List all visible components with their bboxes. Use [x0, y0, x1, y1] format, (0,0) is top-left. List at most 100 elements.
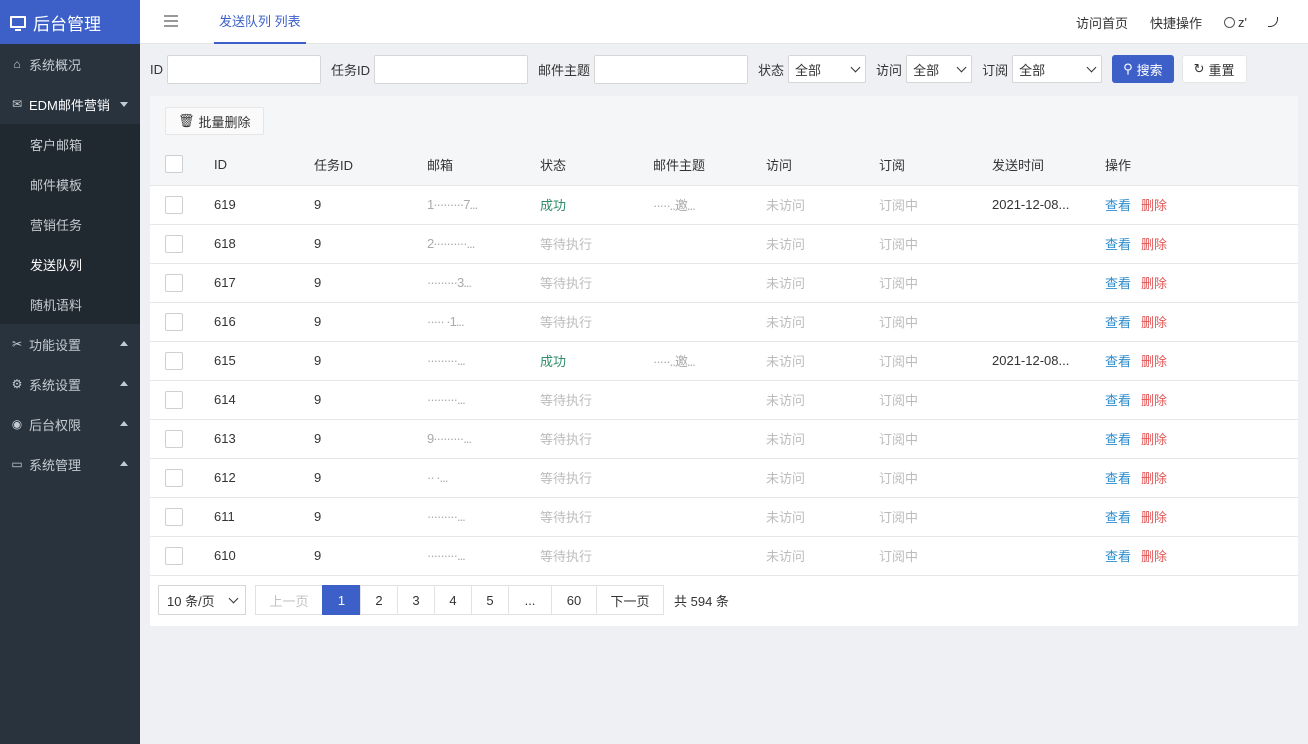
page-4-button[interactable]: 4	[434, 585, 472, 615]
status-label: 状态	[758, 62, 785, 78]
row-checkbox[interactable]	[165, 468, 183, 487]
loading-icon	[1268, 17, 1278, 27]
sidebar-subitem-mail-template[interactable]: 邮件模板	[0, 164, 140, 204]
view-link[interactable]: 查看	[1105, 510, 1131, 525]
cell-task-id: 9	[314, 536, 427, 576]
sidebar-subitem-customer-mailbox[interactable]: 客户邮箱	[0, 124, 140, 164]
sidebar-item-edm[interactable]: ✉ EDM邮件营销	[0, 84, 140, 124]
delete-link[interactable]: 删除	[1141, 315, 1167, 330]
visit-home-link[interactable]: 访问首页	[1076, 13, 1128, 32]
view-link[interactable]: 查看	[1105, 276, 1131, 291]
visit-select[interactable]: 全部	[906, 55, 973, 83]
cell-send-time	[992, 263, 1105, 303]
column-header-id[interactable]: ID	[214, 144, 314, 186]
row-checkbox[interactable]	[165, 351, 183, 370]
row-checkbox[interactable]	[165, 195, 183, 214]
pagination: 10 条/页 上一页 1 2 3 4 5 ... 60 下一页 共 594 条	[158, 584, 729, 616]
row-checkbox[interactable]	[165, 273, 183, 292]
delete-link[interactable]: 删除	[1141, 510, 1167, 525]
cell-send-time	[992, 224, 1105, 264]
user-menu[interactable]: z'	[1224, 15, 1278, 30]
delete-link[interactable]: 删除	[1141, 393, 1167, 408]
row-checkbox[interactable]	[165, 312, 183, 331]
table-row: 612 9 ·· ·... 等待执行 未访问 订阅中 查看 删除	[150, 458, 1298, 498]
search-icon: ⚲	[1123, 61, 1133, 76]
page-ellipsis: ...	[508, 585, 552, 615]
column-header-send-time[interactable]: 发送时间	[992, 144, 1105, 186]
sidebar-item-system-settings[interactable]: ⚙ 系统设置	[0, 364, 140, 404]
row-checkbox[interactable]	[165, 234, 183, 253]
page-size-select[interactable]: 10 条/页	[158, 585, 246, 615]
sidebar-item-system-admin[interactable]: ▭ 系统管理	[0, 444, 140, 484]
tab-send-queue[interactable]: 发送队列 列表	[214, 0, 306, 44]
column-header-email[interactable]: 邮箱	[427, 144, 540, 186]
cell-visit: 未访问	[766, 458, 879, 498]
subject-input[interactable]	[594, 54, 749, 84]
id-input[interactable]	[167, 54, 321, 84]
chevron-down-icon	[850, 62, 861, 72]
delete-link[interactable]: 删除	[1141, 549, 1167, 564]
sidebar-subitem-marketing-task[interactable]: 营销任务	[0, 204, 140, 244]
row-checkbox[interactable]	[165, 429, 183, 448]
tools-icon: ✂	[11, 337, 23, 351]
view-link[interactable]: 查看	[1105, 315, 1131, 330]
search-button[interactable]: ⚲ 搜索	[1112, 55, 1174, 83]
row-checkbox[interactable]	[165, 507, 183, 526]
chevron-up-icon	[120, 341, 128, 346]
sidebar-item-features[interactable]: ✂ 功能设置	[0, 324, 140, 364]
cell-subscribe: 订阅中	[879, 302, 992, 342]
page-3-button[interactable]: 3	[397, 585, 435, 615]
prev-page-button[interactable]: 上一页	[255, 585, 323, 615]
cell-subject	[653, 380, 766, 420]
sidebar-submenu: 客户邮箱 邮件模板 营销任务 发送队列 随机语料	[0, 124, 140, 324]
delete-link[interactable]: 删除	[1141, 432, 1167, 447]
row-checkbox[interactable]	[165, 390, 183, 409]
quick-action-link[interactable]: 快捷操作	[1150, 13, 1202, 32]
page-2-button[interactable]: 2	[360, 585, 398, 615]
delete-link[interactable]: 删除	[1141, 471, 1167, 486]
batch-delete-button[interactable]: 🗑 批量删除	[165, 107, 264, 135]
view-link[interactable]: 查看	[1105, 471, 1131, 486]
delete-link[interactable]: 删除	[1141, 237, 1167, 252]
page-60-button[interactable]: 60	[551, 585, 597, 615]
cell-email: ····· ·1...	[427, 302, 540, 342]
next-page-button[interactable]: 下一页	[596, 585, 664, 615]
cell-subject	[653, 497, 766, 537]
sidebar-subitem-random-corpus[interactable]: 随机语料	[0, 284, 140, 324]
column-header-actions: 操作	[1105, 144, 1298, 186]
delete-link[interactable]: 删除	[1141, 198, 1167, 213]
sidebar-item-label: 随机语料	[30, 297, 83, 313]
view-link[interactable]: 查看	[1105, 198, 1131, 213]
delete-link[interactable]: 删除	[1141, 276, 1167, 291]
cell-status: 等待执行	[540, 224, 653, 264]
page-1-button[interactable]: 1	[322, 585, 361, 615]
cell-subscribe: 订阅中	[879, 536, 992, 576]
sidebar-subitem-send-queue[interactable]: 发送队列	[0, 244, 140, 284]
column-header-subject[interactable]: 邮件主题	[653, 144, 766, 186]
cell-task-id: 9	[314, 380, 427, 420]
delete-link[interactable]: 删除	[1141, 354, 1167, 369]
view-link[interactable]: 查看	[1105, 393, 1131, 408]
page-5-button[interactable]: 5	[471, 585, 509, 615]
column-header-task-id[interactable]: 任务ID	[314, 144, 427, 186]
task-id-input[interactable]	[374, 54, 529, 84]
cell-email: ·· ·...	[427, 458, 540, 498]
column-header-subscribe[interactable]: 订阅	[879, 144, 992, 186]
cell-actions: 查看 删除	[1105, 224, 1298, 264]
menu-toggle-icon[interactable]	[164, 15, 178, 27]
view-link[interactable]: 查看	[1105, 237, 1131, 252]
subscribe-select[interactable]: 全部	[1012, 55, 1103, 83]
reset-button[interactable]: ↻ 重置	[1181, 55, 1247, 83]
row-select-cell	[150, 302, 214, 342]
status-select[interactable]: 全部	[788, 55, 867, 83]
view-link[interactable]: 查看	[1105, 354, 1131, 369]
select-all-checkbox[interactable]	[165, 155, 183, 174]
row-checkbox[interactable]	[165, 546, 183, 565]
column-header-status[interactable]: 状态	[540, 144, 653, 186]
view-link[interactable]: 查看	[1105, 432, 1131, 447]
view-link[interactable]: 查看	[1105, 549, 1131, 564]
column-header-visit[interactable]: 访问	[766, 144, 879, 186]
sidebar-item-permissions[interactable]: ◉ 后台权限	[0, 404, 140, 444]
sidebar-item-overview[interactable]: ⌂ 系统概况	[0, 44, 140, 84]
app-logo[interactable]: 后台管理	[0, 0, 140, 44]
